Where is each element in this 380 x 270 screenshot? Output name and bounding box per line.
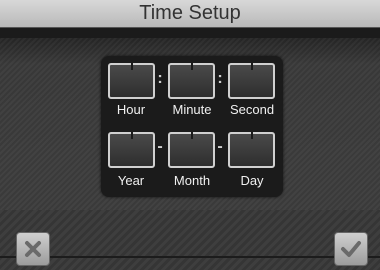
check-icon	[341, 241, 361, 257]
month-field[interactable]	[168, 132, 215, 168]
day-field[interactable]	[228, 132, 275, 168]
month-label: Month	[173, 173, 211, 188]
page-title: Time Setup	[139, 2, 241, 24]
minute-field[interactable]	[168, 63, 215, 99]
cancel-button[interactable]	[16, 232, 50, 266]
hour-field[interactable]	[108, 63, 155, 99]
footer-divider	[0, 256, 380, 258]
footer-strip	[0, 210, 380, 270]
date-separator: -	[217, 138, 223, 155]
second-field[interactable]	[228, 63, 275, 99]
time-separator: :	[217, 70, 223, 87]
date-separator: -	[157, 138, 163, 155]
time-separator: :	[157, 70, 163, 87]
confirm-button[interactable]	[334, 232, 368, 266]
close-icon	[25, 241, 41, 257]
day-label: Day	[240, 173, 264, 188]
minute-label: Minute	[172, 102, 212, 117]
hour-label: Hour	[116, 102, 146, 117]
time-date-panel: : : Hour Minute Second - - Year Month Da…	[101, 56, 283, 197]
year-field[interactable]	[108, 132, 155, 168]
year-label: Year	[117, 173, 145, 188]
title-bar: Time Setup	[0, 0, 380, 28]
second-label: Second	[229, 102, 275, 117]
